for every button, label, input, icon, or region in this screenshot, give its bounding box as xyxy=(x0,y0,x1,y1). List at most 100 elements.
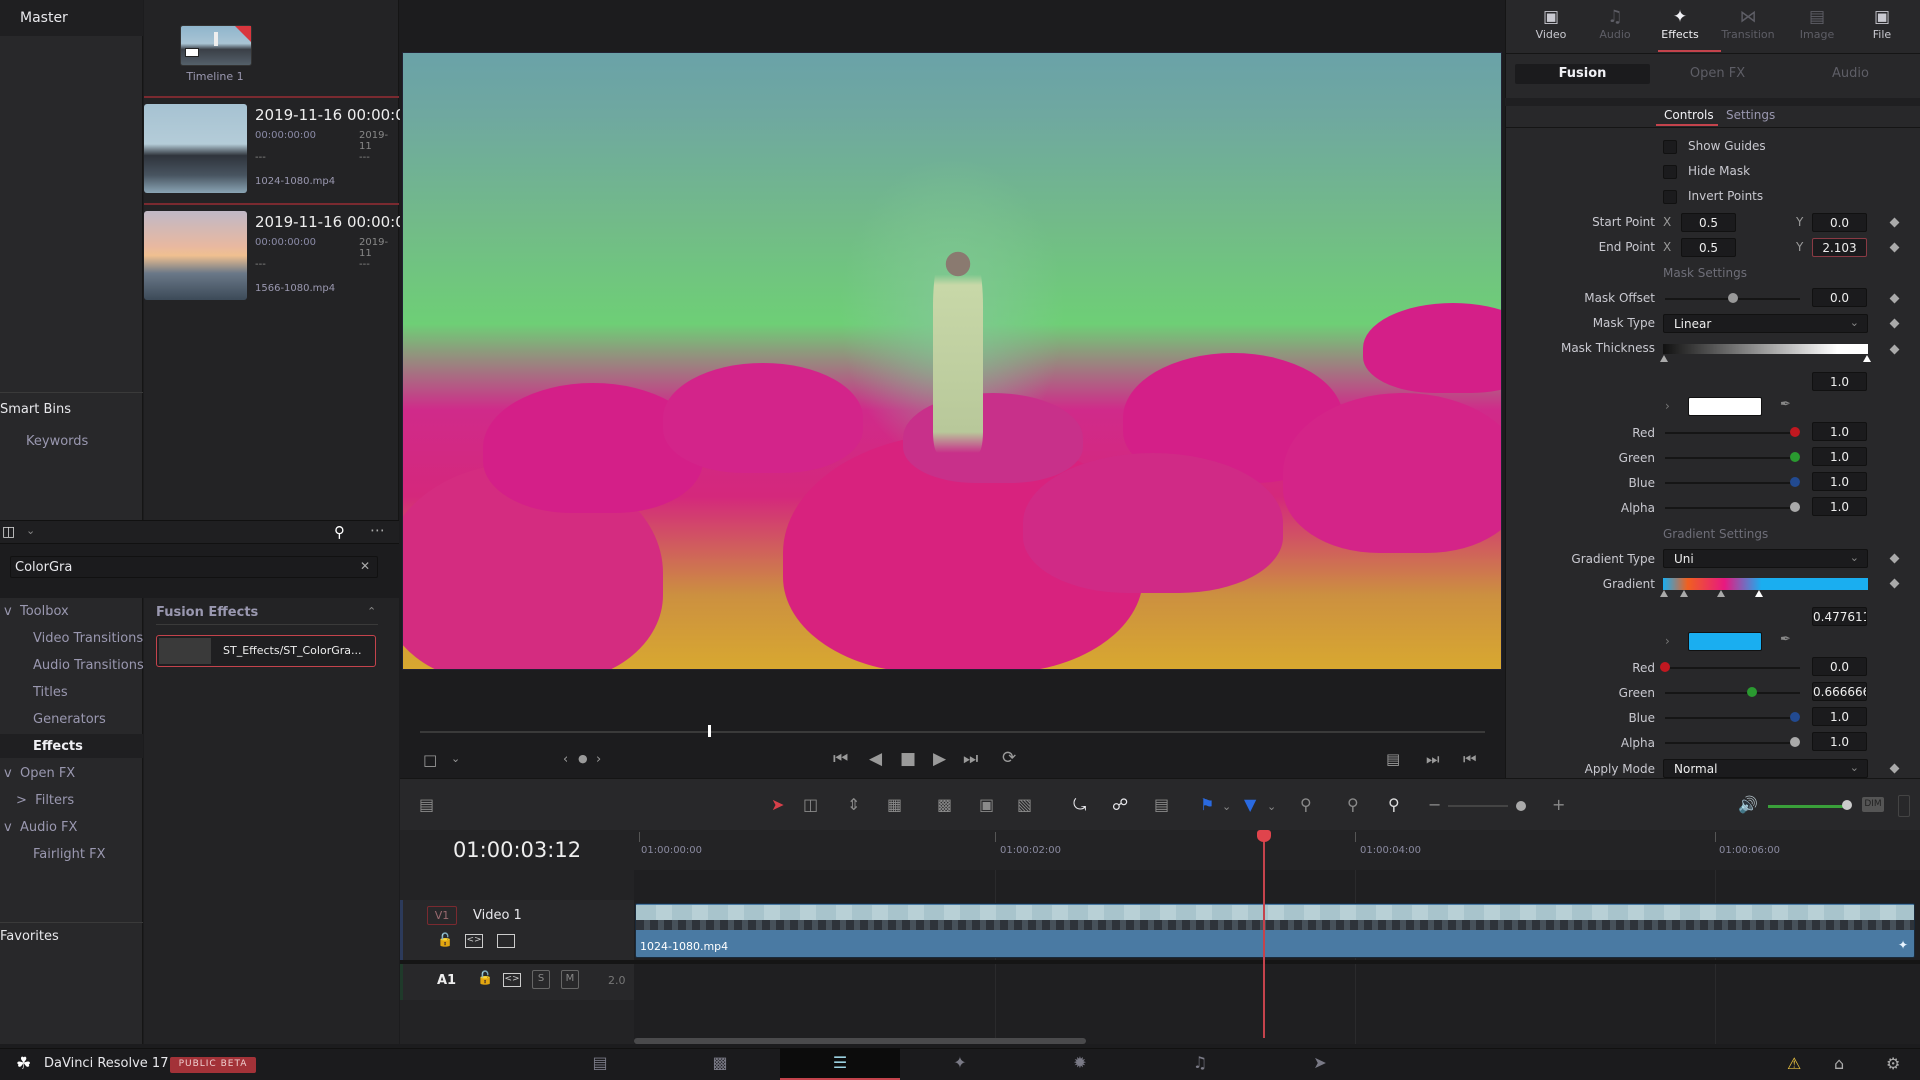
selection-tool-icon[interactable]: ➤ xyxy=(771,795,784,814)
red-input[interactable]: 1.0 xyxy=(1812,422,1867,441)
alpha-input[interactable]: 1.0 xyxy=(1812,497,1867,516)
lock-icon[interactable]: 🔓 xyxy=(437,933,453,948)
prev-keyframe-icon[interactable]: ‹ xyxy=(563,752,568,767)
page-deliver-button[interactable]: ➤ xyxy=(1260,1048,1380,1080)
inspector-tab-effects[interactable]: ✦ Effects xyxy=(1647,6,1713,41)
effects-search-input[interactable]: ColorGra xyxy=(10,556,378,578)
tree-item-toolbox[interactable]: v Toolbox xyxy=(4,604,69,619)
zoom-in-icon[interactable]: + xyxy=(1552,795,1565,814)
viewer-scrubber[interactable] xyxy=(420,731,1485,733)
clear-search-icon[interactable]: ✕ xyxy=(360,559,370,573)
eyedropper-icon[interactable]: ✒ xyxy=(1780,397,1791,412)
zoom-slider[interactable] xyxy=(1448,805,1508,807)
control-tab-settings[interactable]: Settings xyxy=(1726,108,1775,122)
settings-gear-icon[interactable]: ⚙ xyxy=(1886,1054,1900,1073)
smart-bin-keywords[interactable]: Keywords xyxy=(26,434,88,449)
volume-icon[interactable]: 🔊 xyxy=(1738,795,1758,814)
tree-item-titles[interactable]: Titles xyxy=(33,685,68,700)
gradient-stop-handle[interactable] xyxy=(1717,590,1725,597)
zoom-custom-icon[interactable]: ⚲ xyxy=(1388,795,1400,814)
go-to-start-icon[interactable]: ⏮ xyxy=(833,749,848,769)
inspector-tab-transition[interactable]: ⋈ Transition xyxy=(1715,6,1781,41)
track-name[interactable]: Video 1 xyxy=(473,908,522,923)
tree-item-video-transitions[interactable]: Video Transitions xyxy=(33,631,143,646)
play-reverse-icon[interactable]: ◀ xyxy=(869,749,882,769)
color-swatch[interactable] xyxy=(1688,397,1762,416)
gradient-stop-position-input[interactable]: 0.477611 xyxy=(1812,607,1867,626)
slider-knob[interactable] xyxy=(1728,293,1738,303)
page-edit-button[interactable]: ☰ xyxy=(780,1048,900,1080)
insert-clip-icon[interactable]: ▩ xyxy=(937,795,952,814)
eyedropper-icon[interactable]: ✒ xyxy=(1780,632,1791,647)
mute-button[interactable]: M xyxy=(561,970,579,989)
invert-points-checkbox[interactable] xyxy=(1663,190,1677,204)
keyframe-dot-icon[interactable]: ● xyxy=(578,752,588,765)
chevron-down-icon[interactable]: ⌄ xyxy=(26,524,35,537)
viewer-size-icon[interactable]: □ xyxy=(423,751,437,769)
slider-knob[interactable] xyxy=(1790,502,1800,512)
page-cut-button[interactable]: ▩ xyxy=(660,1048,780,1080)
tree-item-audio-transitions[interactable]: Audio Transitions xyxy=(33,658,144,673)
zoom-full-icon[interactable]: ⚲ xyxy=(1300,795,1312,814)
gradient-stop-handle[interactable] xyxy=(1680,590,1688,597)
slider-knob[interactable] xyxy=(1790,712,1800,722)
slider-knob[interactable] xyxy=(1790,452,1800,462)
timeline-view-options-icon[interactable]: ▤ xyxy=(419,795,434,814)
tree-item-audio-fx[interactable]: v Audio FX xyxy=(4,820,77,835)
gradient-stop-handle-selected[interactable] xyxy=(1755,590,1763,597)
tree-item-filters[interactable]: > Filters xyxy=(16,793,74,808)
mask-thickness-input[interactable]: 1.0 xyxy=(1812,372,1867,391)
home-icon[interactable]: ⌂ xyxy=(1834,1054,1844,1073)
chevron-down-icon[interactable]: ⌄ xyxy=(1222,800,1231,813)
timeline-thumbnail[interactable] xyxy=(180,25,252,66)
page-media-button[interactable]: ▤ xyxy=(540,1048,660,1080)
match-frame-icon[interactable]: ▤ xyxy=(1386,750,1400,768)
play-icon[interactable]: ▶ xyxy=(933,749,946,769)
tree-item-open-fx[interactable]: v Open FX xyxy=(4,766,75,781)
chevron-right-icon[interactable]: › xyxy=(1665,399,1670,413)
trim-tool-icon[interactable]: ◫ xyxy=(803,795,818,814)
zoom-detail-icon[interactable]: ⚲ xyxy=(1347,795,1359,814)
scrubber-playhead[interactable] xyxy=(707,725,711,737)
blue-input[interactable]: 1.0 xyxy=(1812,472,1867,491)
gradient-type-dropdown[interactable]: Uni ⌄ xyxy=(1663,549,1868,568)
thickness-stop-handle[interactable] xyxy=(1660,355,1668,362)
playhead-handle[interactable] xyxy=(1257,830,1271,842)
overwrite-clip-icon[interactable]: ▣ xyxy=(979,795,994,814)
track-badge-v1[interactable]: V1 xyxy=(427,906,457,925)
zoom-out-icon[interactable]: − xyxy=(1428,795,1441,814)
inspector-tab-file[interactable]: ▣ File xyxy=(1849,6,1915,41)
start-point-x-input[interactable]: 0.5 xyxy=(1681,213,1736,232)
alpha-slider[interactable] xyxy=(1665,507,1800,509)
blue-slider[interactable] xyxy=(1665,717,1800,719)
green-slider[interactable] xyxy=(1665,457,1800,459)
next-keyframe-icon[interactable]: › xyxy=(596,752,601,767)
chevron-down-icon[interactable]: ⌄ xyxy=(1267,800,1276,813)
zoom-slider-knob[interactable] xyxy=(1516,801,1526,811)
blue-slider[interactable] xyxy=(1665,482,1800,484)
apply-mode-dropdown[interactable]: Normal ⌄ xyxy=(1663,759,1868,778)
page-fairlight-button[interactable]: ♫ xyxy=(1140,1048,1260,1080)
panel-toggle-icon[interactable]: ◫ xyxy=(2,524,15,540)
more-options-icon[interactable]: ⋯ xyxy=(370,521,385,539)
blade-tool-icon[interactable]: ▦ xyxy=(887,795,902,814)
mask-thickness-gradient[interactable] xyxy=(1663,344,1868,354)
effect-item[interactable]: ST_Effects/ST_ColorGra... xyxy=(156,635,376,667)
end-point-y-input[interactable]: 2.103 xyxy=(1812,238,1867,257)
slider-knob[interactable] xyxy=(1790,477,1800,487)
media-clip[interactable]: 2019-11-16 00:00:0 00:00:00:00 2019-11 -… xyxy=(144,96,405,203)
volume-slider-knob[interactable] xyxy=(1842,800,1852,810)
timeline-scrollbar[interactable] xyxy=(634,1038,1086,1044)
show-guides-checkbox[interactable] xyxy=(1663,140,1677,154)
blue-input[interactable]: 1.0 xyxy=(1812,707,1867,726)
slider-knob[interactable] xyxy=(1790,737,1800,747)
bin-master[interactable]: Master xyxy=(0,0,143,36)
warning-icon[interactable]: ⚠ xyxy=(1787,1054,1801,1073)
subtab-fusion[interactable]: Fusion xyxy=(1515,64,1650,84)
search-icon[interactable]: ⚲ xyxy=(334,523,345,541)
stop-icon[interactable]: ■ xyxy=(900,749,916,769)
start-point-y-input[interactable]: 0.0 xyxy=(1812,213,1867,232)
inspector-tab-audio[interactable]: ♫ Audio xyxy=(1582,6,1648,41)
gradient-stop-handle[interactable] xyxy=(1660,590,1668,597)
playhead[interactable] xyxy=(1263,836,1265,1038)
